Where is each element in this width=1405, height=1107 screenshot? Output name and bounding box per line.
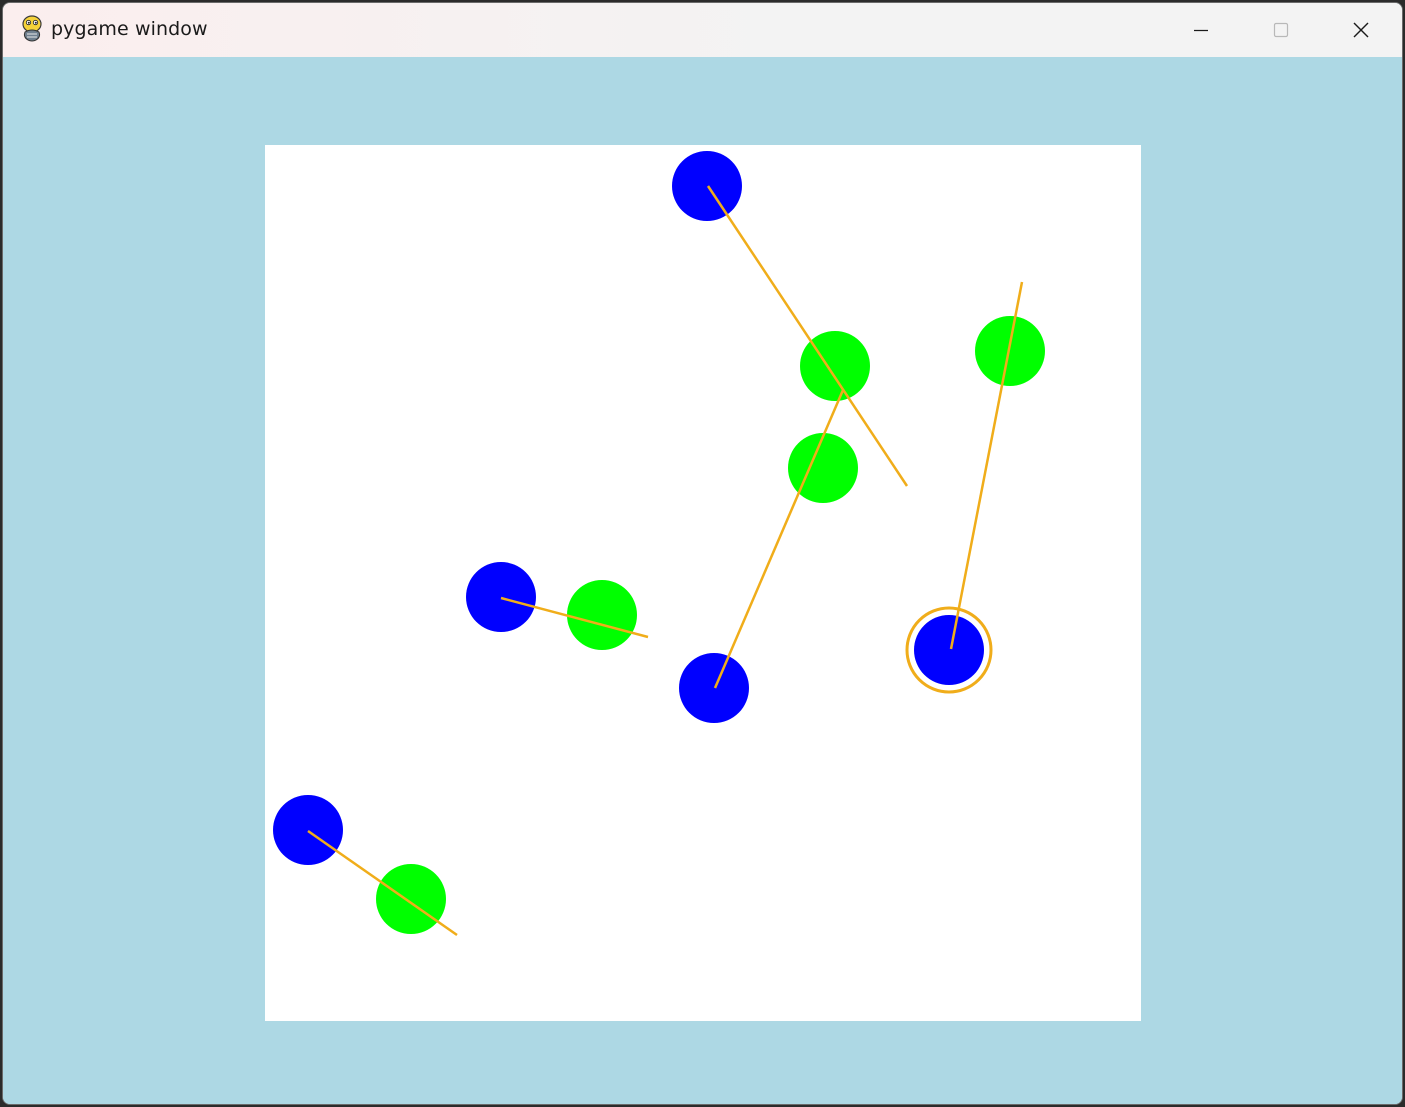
minimize-button[interactable] [1161, 3, 1241, 57]
pygame-snake-icon [22, 15, 42, 42]
blue-ball-selected[interactable] [914, 615, 984, 685]
green-ball[interactable] [975, 316, 1045, 386]
green-ball[interactable] [376, 864, 446, 934]
maximize-icon [1273, 22, 1289, 38]
game-board[interactable] [265, 145, 1141, 1021]
blue-ball[interactable] [679, 653, 749, 723]
close-icon [1353, 22, 1369, 38]
title-bar[interactable]: pygame window [3, 3, 1402, 57]
blue-ball[interactable] [466, 562, 536, 632]
game-canvas[interactable] [3, 57, 1402, 1104]
blue-ball[interactable] [672, 151, 742, 221]
maximize-button[interactable] [1241, 3, 1321, 57]
window-title: pygame window [51, 18, 208, 40]
board-drawing [273, 151, 1045, 937]
minimize-icon [1194, 29, 1208, 32]
green-ball[interactable] [567, 580, 637, 650]
aim-line [713, 389, 845, 689]
blue-ball[interactable] [273, 795, 343, 865]
pygame-window: pygame window [2, 2, 1403, 1105]
close-button[interactable] [1321, 3, 1401, 57]
